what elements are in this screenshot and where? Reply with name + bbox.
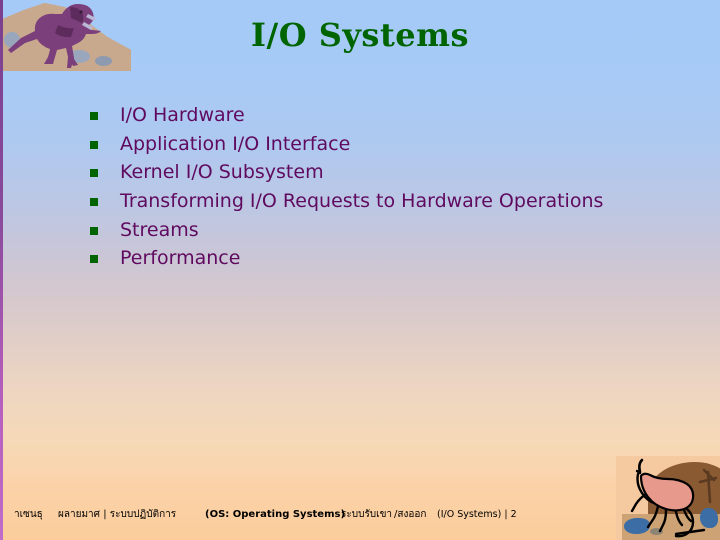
footer-page-number: 2 <box>510 509 517 520</box>
square-bullet-icon <box>90 226 98 235</box>
list-item: Transforming I/O Requests to Hardware Op… <box>90 190 690 219</box>
footer-affiliation: ผลายมาศ | ระบบปฏิบัติการ <box>58 509 177 520</box>
list-item: Performance <box>90 247 690 276</box>
square-bullet-icon <box>90 140 98 149</box>
footer-topic-en: (I/O Systems) <box>437 509 502 520</box>
list-item-label: I/O Hardware <box>120 104 245 126</box>
footer-topic-thai-2: /สงออก <box>394 509 427 520</box>
sketch-dinosaur-icon <box>630 458 718 538</box>
square-bullet-icon <box>90 198 98 207</box>
dinosaur-hillside-image <box>0 0 131 71</box>
list-item-label: Transforming I/O Requests to Hardware Op… <box>120 190 604 213</box>
slide-left-border <box>0 0 3 540</box>
list-item: I/O Hardware <box>90 104 690 133</box>
bullet-list: I/O Hardware Application I/O Interface K… <box>90 104 690 276</box>
purple-dinosaur-icon <box>8 4 101 68</box>
list-item-label: Application I/O Interface <box>120 132 351 155</box>
list-item: Kernel I/O Subsystem <box>90 161 690 190</box>
list-item-label: Streams <box>120 218 199 241</box>
footer-page-info: (I/O Systems) | 2 <box>437 507 517 523</box>
slide-footer: าเซนธุ ผลายมาศ | ระบบปฏิบัติการ (OS: Ope… <box>0 507 720 523</box>
footer-page-separator: | <box>504 509 508 520</box>
list-item: Streams <box>90 219 690 248</box>
list-item-label: Kernel I/O Subsystem <box>120 161 324 184</box>
list-item-label: Performance <box>120 247 241 270</box>
dinosaur-desert-image <box>616 456 720 540</box>
square-bullet-icon <box>90 255 98 264</box>
footer-course: (OS: Operating Systems) <box>205 509 346 520</box>
square-bullet-icon <box>90 169 98 178</box>
presentation-slide: I/O Systems I/O Hardware Application I/O… <box>0 0 720 540</box>
square-bullet-icon <box>90 112 98 120</box>
footer-author: าเซนธุ <box>14 509 43 520</box>
list-item: Application I/O Interface <box>90 133 690 162</box>
footer-topic-thai: ระบบรับเขา <box>341 509 393 520</box>
